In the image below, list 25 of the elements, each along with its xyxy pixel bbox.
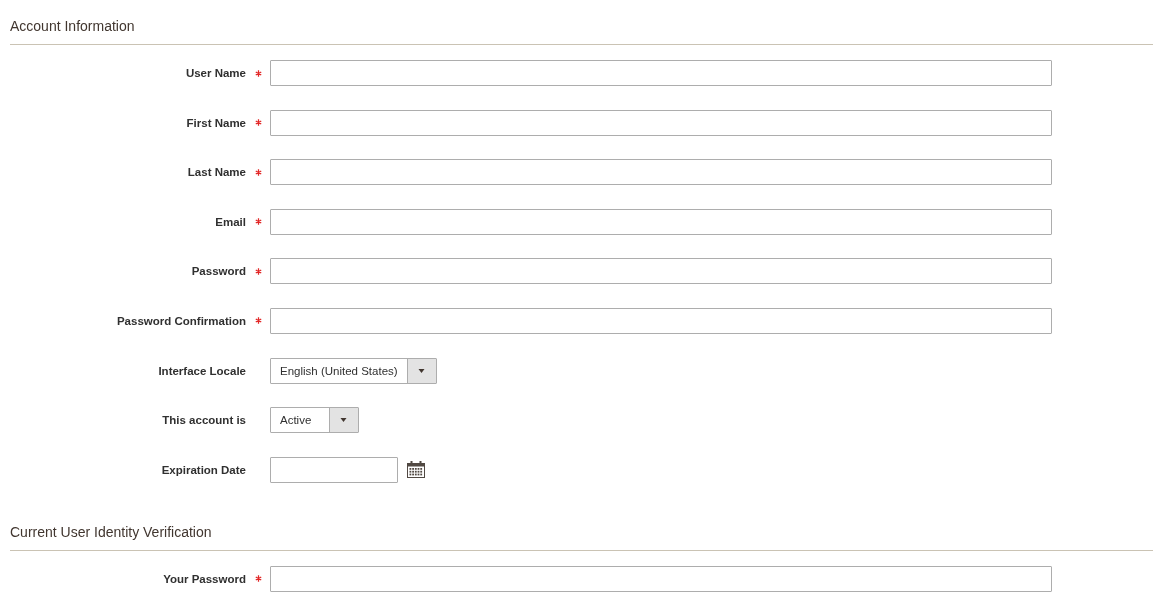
text-input[interactable] <box>270 307 1052 334</box>
text-input[interactable] <box>270 109 1052 136</box>
text-input[interactable] <box>270 208 1052 235</box>
field-label: User Name <box>185 67 246 79</box>
dropdown-select[interactable]: English (United States) <box>270 357 437 384</box>
section-title: Account Information <box>10 17 135 36</box>
text-input[interactable] <box>270 258 1052 285</box>
date-input[interactable] <box>270 456 398 483</box>
field-label: Interface Locale <box>158 364 246 377</box>
caret-icon <box>406 358 436 383</box>
field-label: Your Password <box>163 572 246 585</box>
text-input[interactable] <box>270 60 1052 86</box>
dropdown-select[interactable]: Active <box>270 407 359 434</box>
field-label: Password Confirmation <box>116 314 246 327</box>
caret-icon <box>329 408 358 433</box>
field-label: This account is <box>162 414 246 427</box>
calendar-icon[interactable] <box>407 461 425 479</box>
field-label: Last Name <box>187 166 246 179</box>
text-input[interactable] <box>270 159 1052 186</box>
section-title: Current User Identity Verification <box>10 522 212 542</box>
field-label: Email <box>215 215 246 228</box>
field-label: Expiration Date <box>161 463 246 476</box>
field-label: Password <box>191 265 246 278</box>
field-label: First Name <box>186 116 246 129</box>
text-input[interactable] <box>270 565 1052 592</box>
